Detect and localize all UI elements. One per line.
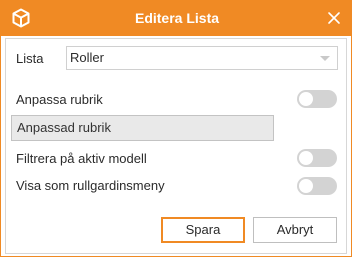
- list-label: Lista: [16, 51, 44, 66]
- edit-list-dialog: Editera Lista Lista Roller Anpassa rubri…: [0, 0, 352, 257]
- toggle-knob: [299, 151, 313, 165]
- custom-header-toggle[interactable]: [297, 90, 337, 108]
- toggle-knob: [299, 179, 313, 193]
- cancel-button[interactable]: Avbryt: [253, 217, 337, 243]
- show-as-dropdown-label: Visa som rullgardinsmeny: [16, 178, 165, 193]
- title-bar[interactable]: Editera Lista: [1, 0, 352, 36]
- filter-active-model-label: Filtrera på aktiv modell: [16, 151, 147, 166]
- list-select-value: Roller: [70, 50, 104, 65]
- save-button[interactable]: Spara: [161, 217, 245, 243]
- filter-active-model-toggle[interactable]: [297, 149, 337, 167]
- show-as-dropdown-toggle[interactable]: [297, 177, 337, 195]
- custom-header-input-value: Anpassad rubrik: [17, 120, 111, 135]
- close-icon[interactable]: [325, 9, 343, 27]
- custom-header-input[interactable]: Anpassad rubrik: [11, 115, 274, 141]
- list-select[interactable]: Roller: [66, 46, 338, 70]
- dialog-title: Editera Lista: [134, 10, 220, 26]
- custom-header-label: Anpassa rubrik: [16, 92, 103, 107]
- chevron-down-icon: [320, 56, 330, 61]
- toggle-knob: [299, 92, 313, 106]
